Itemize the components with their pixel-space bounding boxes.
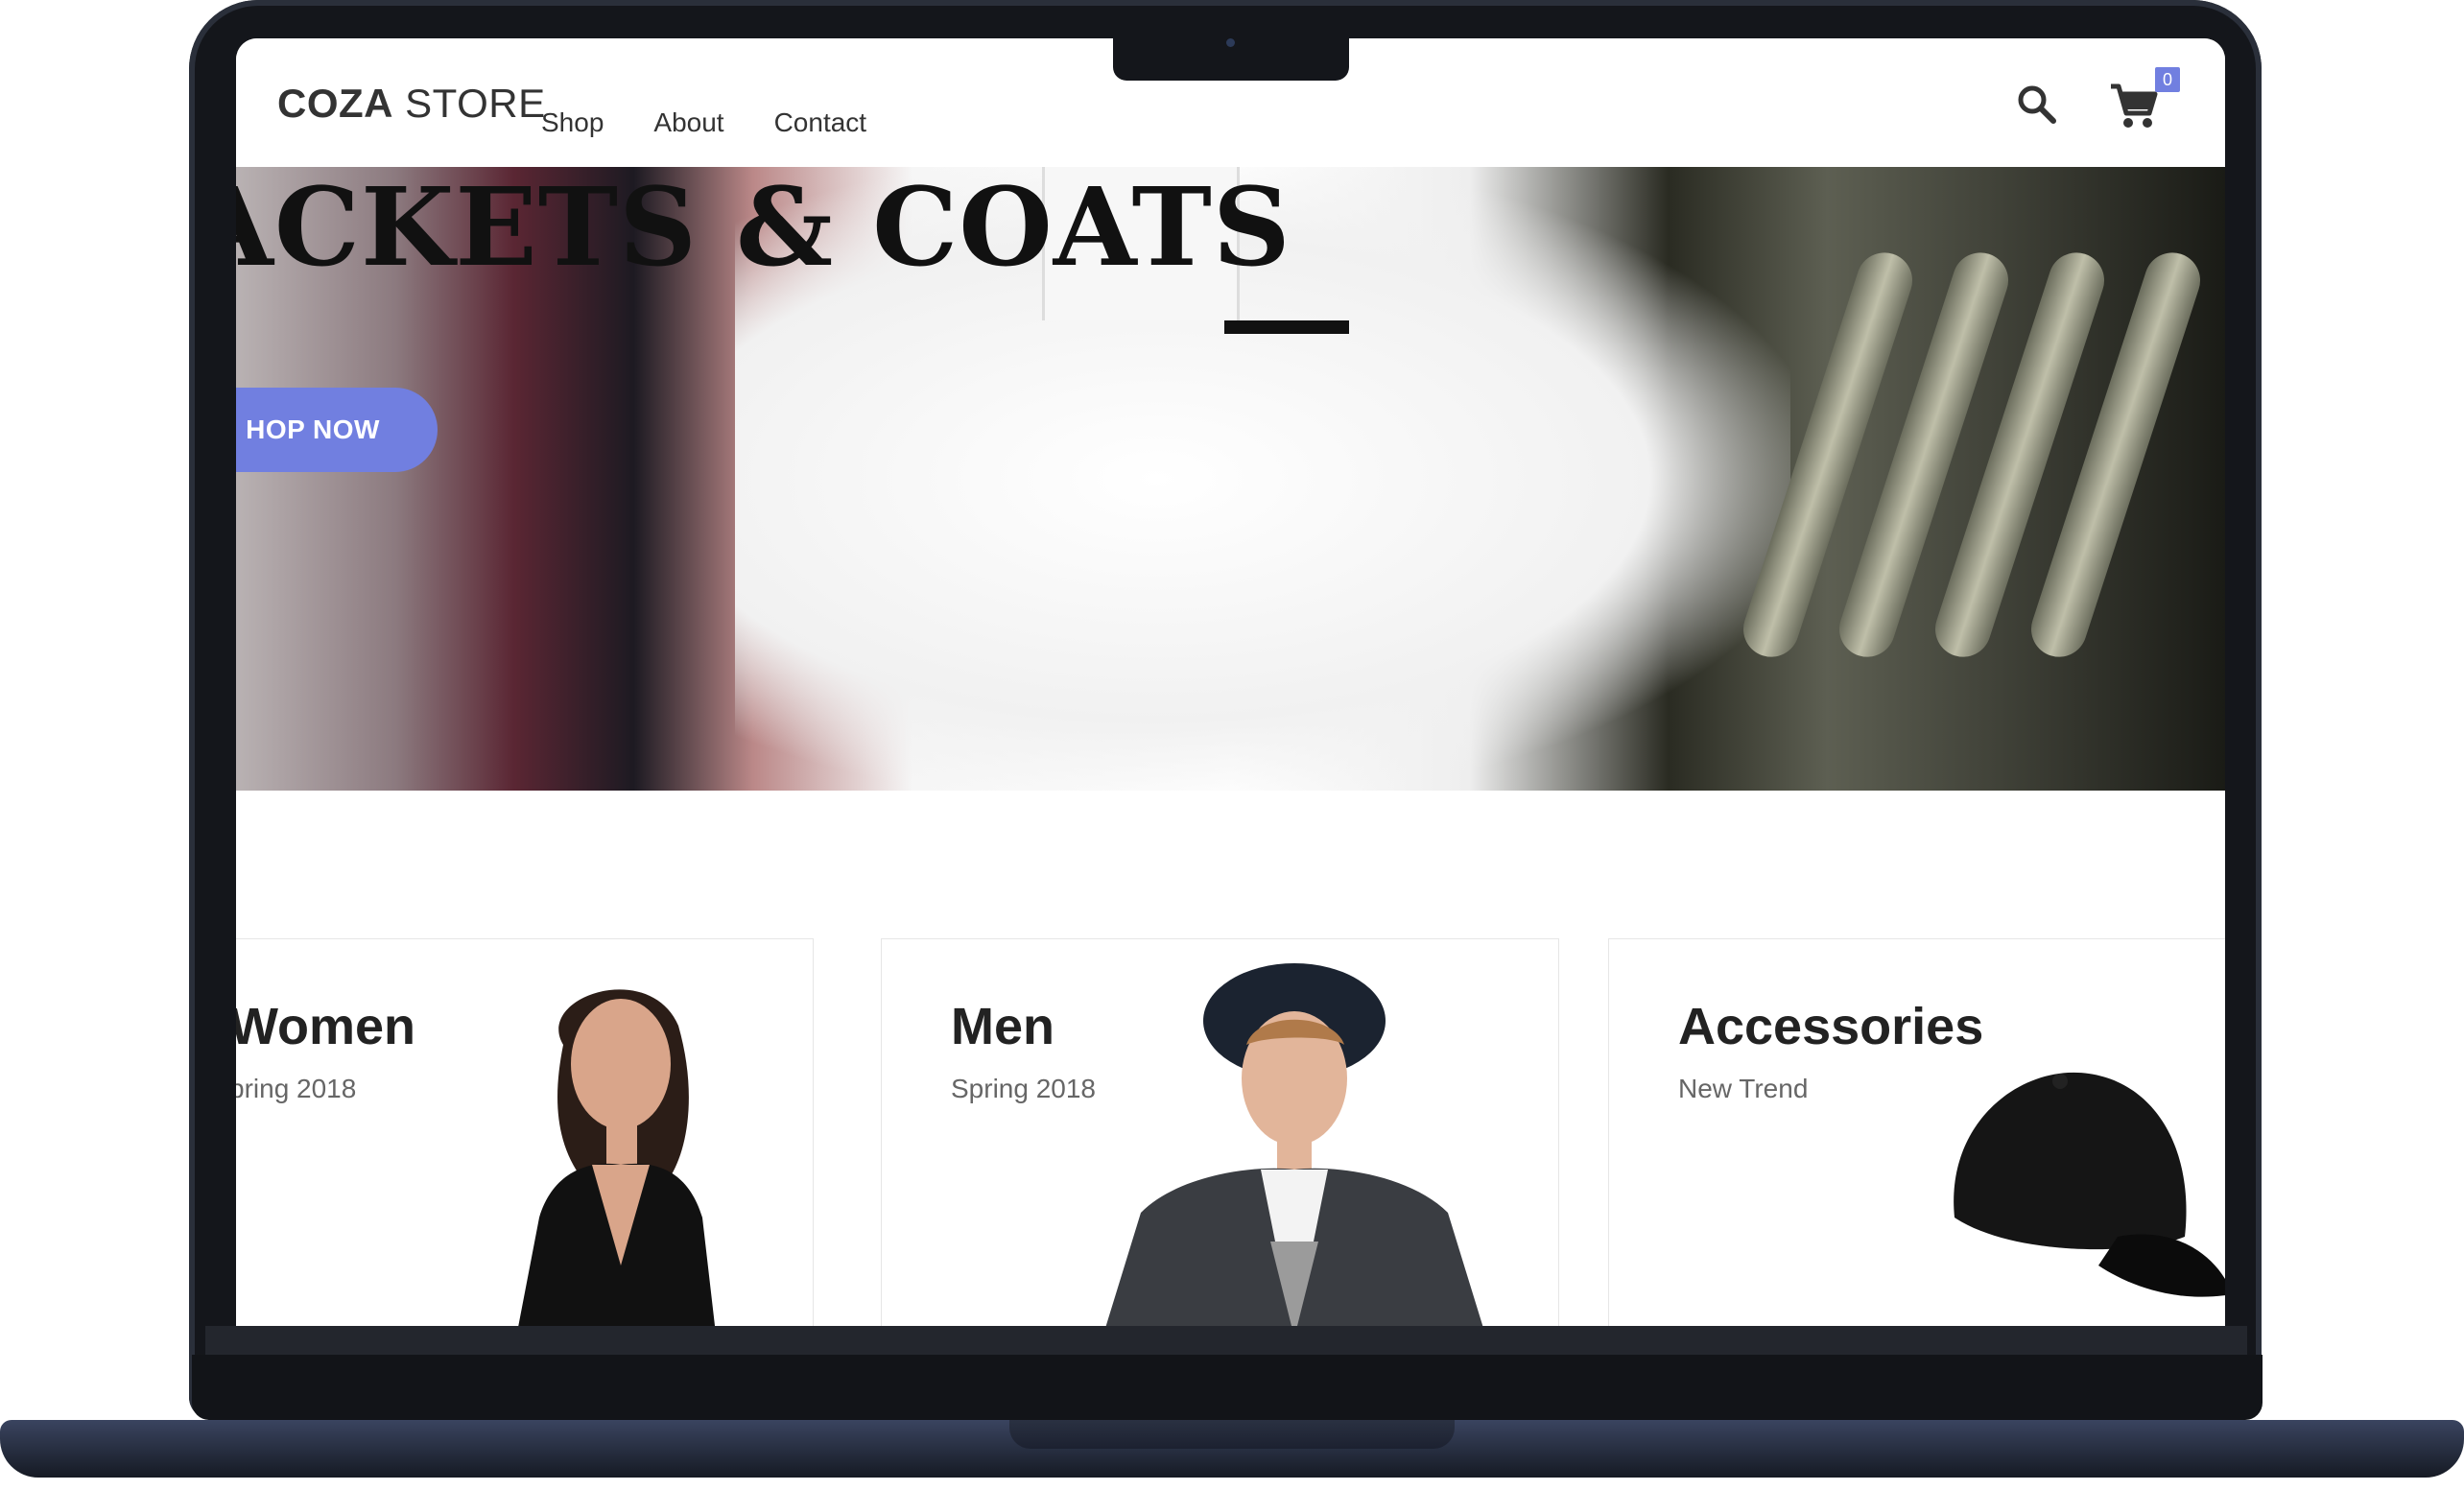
laptop-screen: COZA STORE Shop About Contact 0 ACKETS &… <box>236 38 2225 1326</box>
cart-icon[interactable] <box>2107 79 2161 132</box>
laptop-bezel-bottom <box>192 1355 2263 1420</box>
woman-model-image <box>518 989 716 1326</box>
camera-icon <box>1226 38 1235 47</box>
man-model-image <box>1105 963 1483 1326</box>
hero-shirt-label <box>1224 320 1349 334</box>
banner-women[interactable]: Women pring 2018 <box>236 938 814 1326</box>
banner-title: Men <box>951 998 1054 1055</box>
search-icon[interactable] <box>2013 81 2061 129</box>
banner-accessories[interactable]: Accessories New Trend <box>1608 938 2225 1326</box>
logo-light-text: STORE <box>393 81 546 126</box>
banner-men[interactable]: Men Spring 2018 <box>881 938 1559 1326</box>
main-nav: Shop About Contact <box>541 107 866 138</box>
shop-now-button[interactable]: HOP NOW <box>236 388 438 472</box>
laptop-hinge-notch <box>1009 1420 1455 1449</box>
cart-count-badge: 0 <box>2155 67 2180 92</box>
banner-title: Women <box>236 998 416 1055</box>
hero-title: ACKETS & COATS <box>236 167 1291 291</box>
banner-subtitle: New Trend <box>1678 1074 1809 1103</box>
laptop-chin <box>205 1326 2247 1355</box>
banner-subtitle: pring 2018 <box>236 1074 357 1103</box>
hero-slide: ACKETS & COATS HOP NOW <box>236 167 2225 791</box>
nav-link-about[interactable]: About <box>653 107 723 138</box>
banner-title: Accessories <box>1678 998 1984 1055</box>
nav-link-contact[interactable]: Contact <box>774 107 867 138</box>
logo-bold-text: COZA <box>277 81 393 126</box>
cap-image <box>1954 1072 2225 1297</box>
nav-link-shop[interactable]: Shop <box>541 107 604 138</box>
site-logo[interactable]: COZA STORE <box>277 81 546 127</box>
